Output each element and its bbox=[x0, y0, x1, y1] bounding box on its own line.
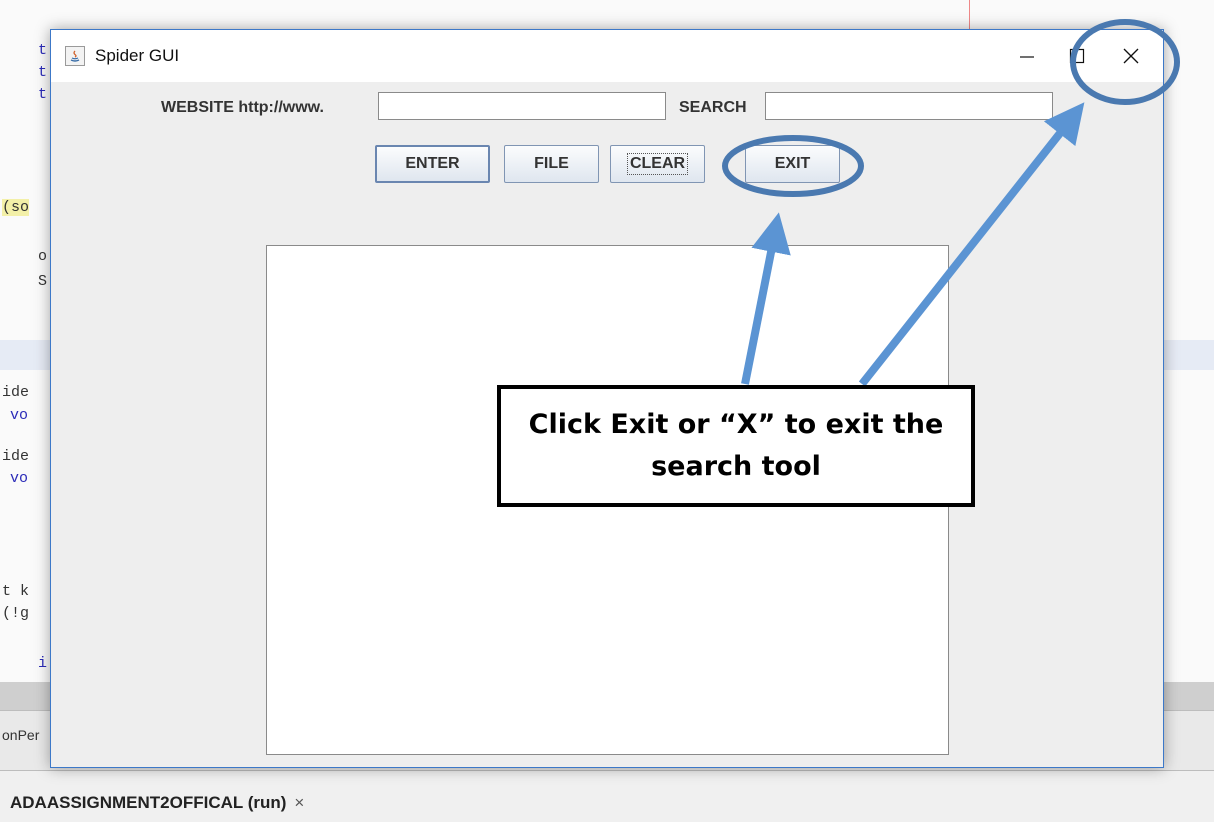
instruction-callout: Click Exit or “X” to exit the search too… bbox=[497, 385, 975, 507]
arrow-to-exit bbox=[741, 212, 791, 385]
arrow-to-close bbox=[858, 102, 1085, 387]
close-highlight-ellipse bbox=[1070, 19, 1180, 105]
exit-highlight-ellipse bbox=[722, 135, 864, 197]
